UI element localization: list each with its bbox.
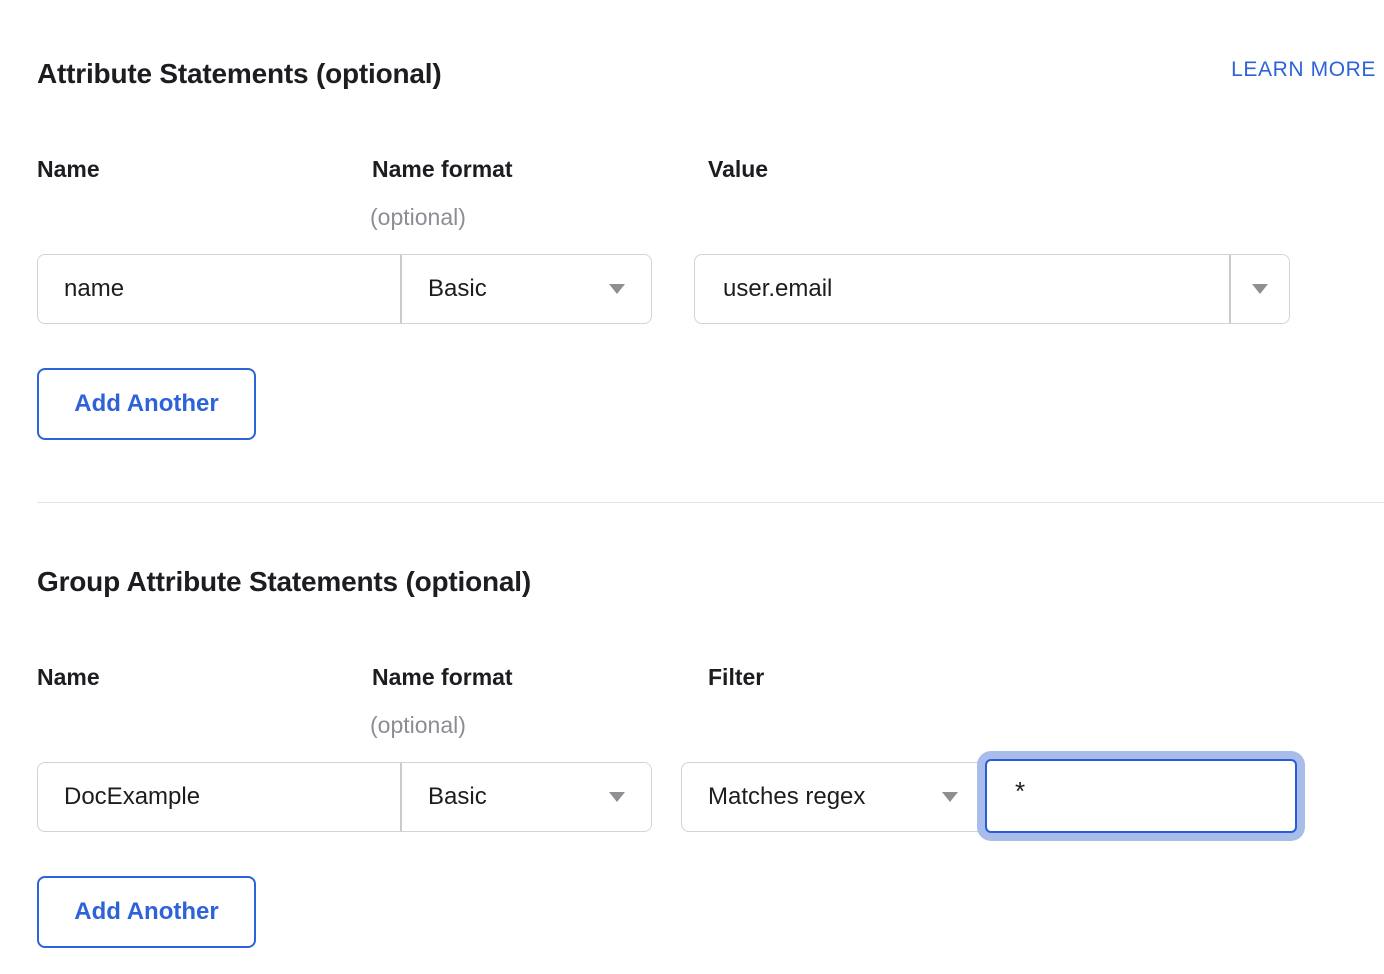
filter-type-value: Matches regex: [708, 783, 865, 811]
col-header-value: Value: [708, 156, 768, 183]
saml-settings-panel: Attribute Statements (optional) LEARN MO…: [0, 0, 1384, 974]
attribute-name-format-value: Basic: [428, 275, 487, 303]
group-col-header-name: Name: [37, 664, 100, 691]
chevron-down-icon: [1252, 284, 1268, 294]
group-name-format-value: Basic: [428, 783, 487, 811]
add-another-group-attribute-button[interactable]: Add Another: [37, 876, 256, 948]
group-name-input[interactable]: [38, 763, 400, 831]
attribute-value-input[interactable]: [695, 255, 1229, 323]
group-col-header-name-format: Name format: [372, 664, 513, 691]
attribute-name-input[interactable]: [38, 255, 400, 323]
attribute-name-group: Basic: [37, 254, 652, 324]
filter-type-select[interactable]: Matches regex: [681, 762, 985, 832]
attribute-value-combobox: [694, 254, 1290, 324]
chevron-down-icon: [942, 792, 958, 802]
section-divider: [37, 502, 1384, 503]
group-attribute-statements-title: Group Attribute Statements (optional): [37, 566, 531, 598]
chevron-down-icon: [609, 284, 625, 294]
col-header-filter: Filter: [708, 664, 764, 691]
chevron-down-icon: [609, 792, 625, 802]
col-header-name-format: Name format: [372, 156, 513, 183]
group-name-format-select[interactable]: Basic: [402, 763, 651, 831]
filter-value-input[interactable]: [985, 759, 1297, 833]
filter-value-focus-ring: [977, 751, 1305, 841]
learn-more-link[interactable]: LEARN MORE: [1231, 58, 1376, 82]
add-another-attribute-button[interactable]: Add Another: [37, 368, 256, 440]
attribute-name-format-select[interactable]: Basic: [402, 255, 651, 323]
group-name-format-optional-note: (optional): [370, 712, 466, 739]
name-format-optional-note: (optional): [370, 204, 466, 231]
col-header-name: Name: [37, 156, 100, 183]
attribute-statements-title: Attribute Statements (optional): [37, 58, 441, 90]
group-name-group: Basic: [37, 762, 652, 832]
attribute-value-dropdown-button[interactable]: [1231, 255, 1289, 323]
